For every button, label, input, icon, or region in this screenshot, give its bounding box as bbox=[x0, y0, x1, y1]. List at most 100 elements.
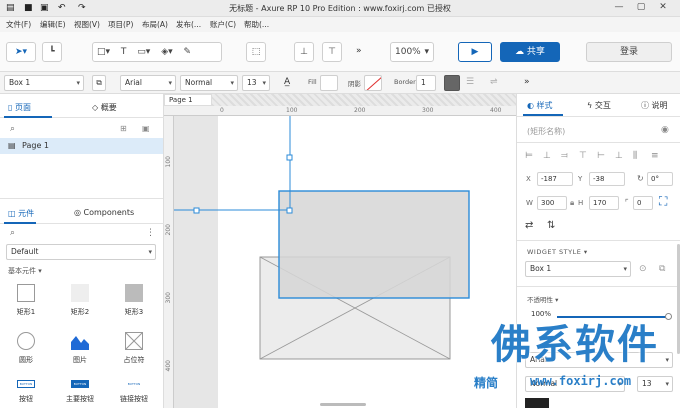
share-button[interactable]: ☁ 共享 bbox=[500, 42, 560, 62]
border-width-field[interactable]: 1 bbox=[416, 75, 436, 91]
tab-notes[interactable]: ⓘ 说明 bbox=[641, 100, 668, 111]
resize-handle[interactable] bbox=[193, 207, 200, 214]
point-tool-button[interactable]: ⬚ bbox=[246, 42, 266, 62]
menu-account[interactable]: 账户(C) bbox=[210, 19, 236, 30]
line-pattern-icon[interactable]: ⇌ bbox=[490, 77, 498, 87]
widget-image[interactable]: 图片 bbox=[60, 332, 100, 365]
search-icon[interactable]: ⌕ bbox=[10, 124, 15, 134]
style-select[interactable]: Box 1 ▾ bbox=[4, 75, 84, 91]
rectangle-icon bbox=[71, 284, 89, 302]
close-icon[interactable]: ✕ bbox=[656, 2, 670, 14]
align-left-icon[interactable]: ⊨ bbox=[525, 151, 533, 161]
font-color-icon[interactable]: A̲ bbox=[284, 77, 290, 87]
border-style-icon[interactable]: ☰ bbox=[466, 77, 474, 87]
category-header[interactable]: 基本元件 ▾ bbox=[8, 266, 42, 276]
font-weight-select[interactable]: Normal ▾ bbox=[180, 75, 238, 91]
menu-edit[interactable]: 编辑(E) bbox=[40, 19, 66, 30]
preview-button[interactable]: ▶ bbox=[458, 42, 492, 62]
resize-handle[interactable] bbox=[286, 154, 293, 161]
minimize-icon[interactable]: — bbox=[612, 2, 626, 14]
fill-color-swatch[interactable] bbox=[320, 75, 338, 91]
widget-rectangle-1[interactable]: 矩形1 bbox=[6, 284, 46, 317]
height-field[interactable]: H 170 bbox=[578, 196, 619, 210]
widget-style-select[interactable]: Box 1 ▾ bbox=[525, 261, 631, 277]
distribute-vertical-icon[interactable]: ≡ bbox=[651, 151, 659, 161]
shape-name-field[interactable]: (矩形名称) bbox=[527, 126, 565, 137]
font-size-select[interactable]: 13 ▾ bbox=[242, 75, 270, 91]
widget-primary-button[interactable]: BUTTON 主要按钮 bbox=[60, 380, 100, 404]
y-field[interactable]: Y -38 bbox=[578, 172, 625, 186]
align-right-icon[interactable]: ⫤ bbox=[561, 151, 568, 161]
lock-icon[interactable]: 🔒︎ bbox=[570, 198, 574, 208]
menu-project[interactable]: 项目(P) bbox=[108, 19, 133, 30]
align-center-icon[interactable]: ⊥ bbox=[543, 151, 551, 161]
more-tools-button[interactable]: » bbox=[356, 46, 362, 56]
x-field[interactable]: X -187 bbox=[526, 172, 573, 186]
menu-view[interactable]: 视图(V) bbox=[74, 19, 100, 30]
distribute-horizontal-icon[interactable]: ⫼ bbox=[633, 151, 637, 161]
align-middle-icon[interactable]: ⊢ bbox=[597, 151, 605, 161]
flip-horizontal-icon[interactable]: ⇄ bbox=[525, 220, 533, 231]
selected-box-widget[interactable] bbox=[278, 190, 470, 299]
align-bottom-icon[interactable]: ⊥ bbox=[615, 151, 623, 161]
share-label: 共享 bbox=[526, 47, 545, 57]
add-folder-icon[interactable]: ▣ bbox=[142, 124, 150, 133]
widget-circle[interactable]: 圆形 bbox=[6, 332, 46, 365]
fit-to-content-icon[interactable]: ⛶ bbox=[659, 194, 667, 209]
tab-style[interactable]: ◐ 样式 bbox=[527, 100, 553, 111]
add-page-icon[interactable]: ⊞ bbox=[120, 124, 127, 133]
rectangle-icon[interactable]: □▾ bbox=[97, 47, 110, 57]
library-select[interactable]: Default ▾ bbox=[6, 244, 156, 260]
widget-link-button[interactable]: BUTTON 链接按钮 bbox=[114, 380, 154, 404]
tab-outline[interactable]: ◇ 概要 bbox=[92, 102, 117, 113]
widget-placeholder[interactable]: 占位符 bbox=[114, 332, 154, 365]
align-top-icon[interactable]: ⊤ bbox=[579, 151, 587, 161]
menu-layout[interactable]: 布局(A) bbox=[142, 19, 168, 30]
more-format-button[interactable]: » bbox=[524, 77, 530, 87]
login-button[interactable]: 登录 bbox=[586, 42, 672, 62]
style-edit-icon[interactable]: ⧉ bbox=[659, 264, 665, 274]
opacity-label[interactable]: 不透明性 ▾ bbox=[527, 294, 558, 304]
field-icon[interactable]: ▭▾ bbox=[137, 47, 150, 57]
pen-icon[interactable]: ✎ bbox=[184, 47, 192, 57]
widget-rectangle-3[interactable]: 矩形3 bbox=[114, 284, 154, 317]
page-list-item[interactable]: ▤ Page 1 bbox=[0, 138, 163, 154]
menu-publish[interactable]: 发布(... bbox=[176, 19, 201, 30]
widget-style-title[interactable]: WIDGET STYLE ▾ bbox=[527, 248, 588, 256]
tab-widgets[interactable]: ◫ 元件 bbox=[8, 208, 34, 219]
width-field[interactable]: W 300 bbox=[526, 196, 567, 210]
tab-interactions[interactable]: ϟ 交互 bbox=[587, 100, 611, 111]
style-edit-button[interactable]: ⧉ bbox=[92, 75, 106, 91]
watermark-title: 佛系软件 bbox=[491, 322, 659, 368]
style-update-icon[interactable]: ⊙ bbox=[639, 264, 647, 274]
select-tool-button[interactable]: ➤▾ bbox=[6, 42, 36, 62]
x-label: X bbox=[526, 175, 531, 183]
page-tab[interactable]: Page 1 bbox=[164, 94, 212, 106]
align-button[interactable]: ⊥ bbox=[294, 42, 314, 62]
widget-rectangle-2[interactable]: 矩形2 bbox=[60, 284, 100, 317]
distribute-button[interactable]: ⊤ bbox=[322, 42, 342, 62]
maximize-icon[interactable]: ▢ bbox=[634, 2, 648, 14]
corner-radius-field[interactable]: 0 bbox=[633, 196, 653, 210]
tab-components[interactable]: ◎ Components bbox=[74, 208, 134, 217]
border-color-swatch[interactable] bbox=[444, 75, 460, 91]
menu-help[interactable]: 帮助(... bbox=[244, 19, 269, 30]
zoom-select[interactable]: 100% ▾ bbox=[390, 42, 434, 62]
resize-handle[interactable] bbox=[286, 207, 293, 214]
connect-tool-button[interactable]: ┗ bbox=[42, 42, 62, 62]
menu-file[interactable]: 文件(F) bbox=[6, 19, 31, 30]
more-options-icon[interactable]: ⋮ bbox=[146, 228, 155, 238]
layers-icon[interactable]: ◈▾ bbox=[161, 47, 172, 57]
search-icon[interactable]: ⌕ bbox=[10, 228, 15, 238]
flip-vertical-icon[interactable]: ⇅ bbox=[547, 220, 555, 231]
design-canvas[interactable] bbox=[174, 116, 516, 408]
rotation-field[interactable]: 0° bbox=[647, 172, 673, 186]
font-select[interactable]: Arial ▾ bbox=[120, 75, 176, 91]
tab-pages[interactable]: ▯ 页面 bbox=[8, 102, 31, 113]
shadow-swatch[interactable] bbox=[364, 75, 382, 91]
text-icon[interactable]: T bbox=[121, 47, 127, 57]
eye-icon[interactable]: ◉ bbox=[661, 125, 669, 135]
widget-button[interactable]: BUTTON 按钮 bbox=[6, 380, 46, 404]
image-icon bbox=[71, 336, 89, 350]
horizontal-scrollbar[interactable] bbox=[320, 403, 366, 406]
